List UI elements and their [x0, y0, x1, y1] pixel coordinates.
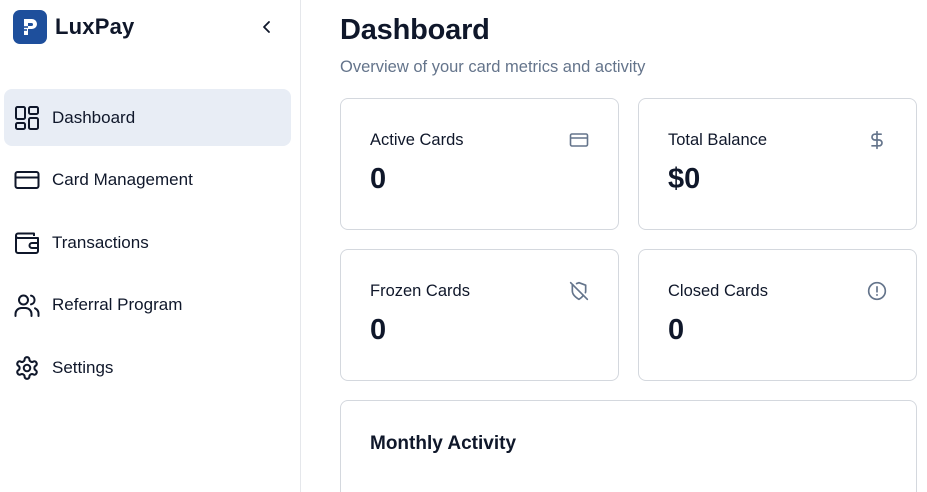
sidebar-item-transactions[interactable]: Transactions [4, 214, 291, 271]
credit-card-icon [568, 129, 590, 151]
sidebar-item-label: Settings [52, 357, 114, 377]
dollar-icon [866, 129, 888, 151]
gear-icon [14, 355, 40, 381]
metric-label: Frozen Cards [370, 282, 470, 300]
metric-value: 0 [668, 314, 685, 346]
panel-title: Monthly Activity [370, 433, 517, 454]
sidebar-item-settings[interactable]: Settings [4, 339, 291, 396]
luxpay-logo-icon [13, 10, 47, 44]
app-window: LuxPay Dashboard Card Management Transac… [0, 0, 927, 492]
metric-value: $0 [668, 163, 701, 195]
metric-label: Active Cards [370, 131, 464, 149]
sidebar-item-label: Dashboard [52, 107, 136, 127]
wallet-icon [14, 230, 40, 256]
metric-card-total-balance: Total Balance $0 [638, 98, 917, 230]
brand[interactable]: LuxPay [13, 10, 134, 44]
metric-label: Total Balance [668, 131, 768, 149]
chevron-left-icon [263, 21, 270, 33]
collapse-sidebar-button[interactable] [256, 16, 278, 38]
sidebar-item-dashboard[interactable]: Dashboard [4, 89, 291, 146]
page-title: Dashboard [340, 14, 490, 46]
metric-value: 0 [370, 163, 387, 195]
sidebar-item-card-management[interactable]: Card Management [4, 152, 291, 209]
sidebar-nav: Dashboard Card Management Transactions R… [4, 89, 291, 402]
brand-name: LuxPay [55, 14, 135, 39]
sidebar: LuxPay Dashboard Card Management Transac… [0, 0, 301, 492]
shield-off-icon [568, 280, 590, 302]
metric-card-frozen-cards: Frozen Cards 0 [340, 249, 619, 381]
page-subtitle: Overview of your card metrics and activi… [340, 58, 646, 76]
monthly-activity-panel: Monthly Activity [340, 400, 917, 492]
sidebar-item-referral-program[interactable]: Referral Program [4, 277, 291, 334]
metric-label: Closed Cards [668, 282, 768, 300]
sidebar-item-label: Card Management [52, 170, 193, 189]
layout-grid-icon [14, 105, 40, 131]
metric-card-closed-cards: Closed Cards 0 [638, 249, 917, 381]
users-icon [14, 292, 40, 318]
alert-circle-icon [866, 280, 888, 302]
metric-card-active-cards: Active Cards 0 [340, 98, 619, 230]
sidebar-item-label: Transactions [52, 232, 149, 252]
main-content: Dashboard Overview of your card metrics … [301, 0, 927, 492]
credit-card-icon [14, 167, 40, 193]
metric-value: 0 [370, 314, 387, 346]
sidebar-item-label: Referral Program [52, 295, 183, 314]
